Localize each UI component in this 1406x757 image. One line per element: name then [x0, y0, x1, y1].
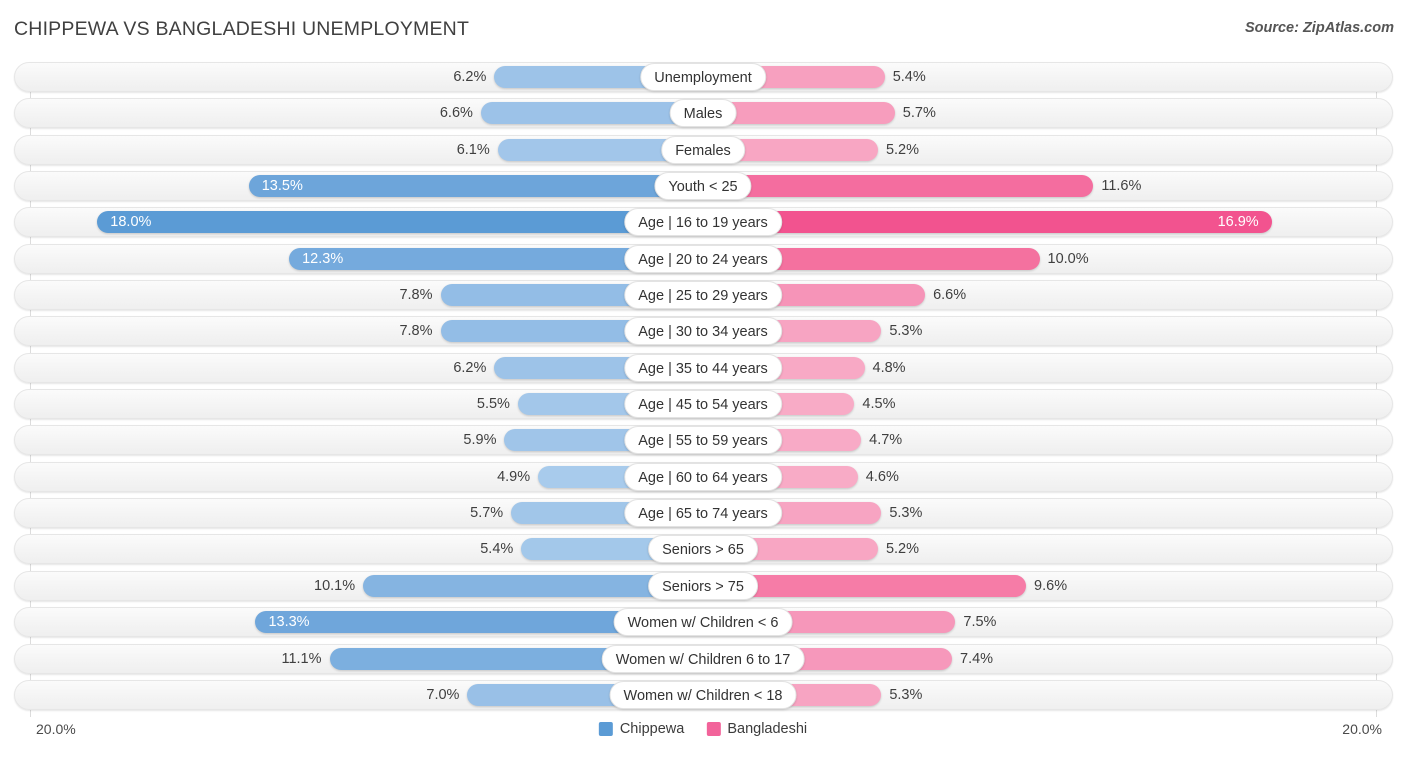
category-label: Age | 25 to 29 years — [624, 281, 782, 310]
value-label-chippewa: 11.1% — [281, 650, 322, 667]
table-row: 18.0% 16.9% Age | 16 to 19 years — [0, 207, 1406, 238]
table-row: 6.2% 5.4% Unemployment — [0, 62, 1406, 92]
value-label-chippewa: 6.2% — [453, 69, 487, 85]
value-label-bangladeshi: 5.2% — [885, 541, 920, 558]
value-label-bangladeshi: 10.0% — [1047, 250, 1089, 267]
value-label-chippewa: 13.3% — [268, 614, 310, 631]
value-label-bangladeshi: 5.3% — [889, 323, 923, 340]
table-row: 13.5% 11.6% Youth < 25 — [0, 171, 1406, 202]
category-label: Unemployment — [640, 63, 766, 91]
category-label: Age | 65 to 74 years — [624, 499, 782, 528]
value-label-chippewa: 6.1% — [456, 141, 490, 158]
table-row: 6.6% 5.7% Males — [0, 98, 1406, 129]
table-row: 12.3% 10.0% Age | 20 to 24 years — [0, 243, 1406, 274]
category-label: Females — [661, 135, 745, 164]
value-label-chippewa: 12.3% — [302, 250, 344, 267]
value-label-chippewa: 10.1% — [314, 577, 356, 594]
value-label-chippewa: 7.0% — [426, 686, 460, 703]
legend-item[interactable]: Chippewa — [598, 721, 685, 737]
category-label: Age | 60 to 64 years — [624, 462, 782, 491]
value-label-chippewa: 7.8% — [399, 287, 433, 304]
value-label-chippewa: 5.9% — [463, 432, 497, 449]
value-label-bangladeshi: 9.6% — [1034, 577, 1068, 594]
category-label: Age | 55 to 59 years — [624, 426, 782, 455]
value-label-bangladeshi: 5.3% — [889, 686, 923, 703]
category-label: Women w/ Children < 6 — [613, 608, 793, 637]
category-label: Age | 45 to 54 years — [624, 390, 782, 419]
category-label: Age | 16 to 19 years — [624, 208, 782, 237]
value-label-chippewa: 6.6% — [439, 105, 473, 122]
table-row: 5.9% 4.7% Age | 55 to 59 years — [0, 425, 1406, 456]
source-attribution: Source: ZipAtlas.com — [1244, 20, 1394, 36]
category-label: Age | 35 to 44 years — [624, 353, 782, 382]
value-label-chippewa: 18.0% — [110, 214, 152, 231]
value-label-bangladeshi: 5.3% — [889, 505, 923, 522]
axis-label-left: 20.0% — [36, 721, 76, 737]
legend-label: Bangladeshi — [727, 721, 808, 737]
value-label-chippewa: 5.4% — [480, 541, 514, 558]
value-label-bangladeshi: 7.5% — [963, 614, 997, 631]
value-label-chippewa: 7.8% — [399, 323, 433, 340]
table-row: 7.8% 5.3% Age | 30 to 34 years — [0, 316, 1406, 347]
value-label-bangladeshi: 4.5% — [862, 396, 896, 413]
value-label-chippewa: 4.9% — [497, 468, 531, 485]
legend-item[interactable]: Bangladeshi — [706, 721, 807, 737]
table-row: 10.1% 9.6% Seniors > 75 — [0, 570, 1406, 601]
value-label-bangladeshi: 4.7% — [869, 432, 903, 449]
category-label: Seniors > 75 — [648, 571, 758, 600]
value-label-bangladeshi: 5.2% — [885, 141, 920, 158]
table-row: 5.7% 5.3% Age | 65 to 74 years — [0, 498, 1406, 529]
value-label-bangladeshi: 16.9% — [1217, 214, 1259, 231]
value-label-chippewa: 6.2% — [453, 359, 487, 376]
value-label-bangladeshi: 5.4% — [892, 69, 926, 85]
table-row: 7.8% 6.6% Age | 25 to 29 years — [0, 280, 1406, 311]
category-label: Age | 20 to 24 years — [624, 244, 782, 273]
category-label: Seniors > 65 — [648, 535, 758, 564]
chart-footer: 20.0% Chippewa Bangladeshi 20.0% — [0, 717, 1406, 757]
table-row: 7.0% 5.3% Women w/ Children < 18 — [0, 679, 1406, 710]
value-label-bangladeshi: 4.8% — [872, 359, 906, 376]
value-label-bangladeshi: 6.6% — [933, 287, 967, 304]
chart-plot-area: 6.2% 5.4% Unemployment 6.6% 5.7% Males 6.1% 5.2… — [0, 62, 1406, 717]
table-row: 5.5% 4.5% Age | 45 to 54 years — [0, 389, 1406, 420]
category-label: Women w/ Children < 18 — [609, 680, 797, 709]
legend-label: Chippewa — [619, 721, 685, 737]
value-label-bangladeshi: 11.6% — [1101, 178, 1142, 195]
value-label-bangladeshi: 7.4% — [960, 650, 994, 667]
category-label: Males — [669, 99, 737, 128]
bar-rows-container: 6.2% 5.4% Unemployment 6.6% 5.7% Males 6.1% 5.2… — [0, 62, 1406, 716]
category-label: Youth < 25 — [654, 172, 752, 201]
table-row: 4.9% 4.6% Age | 60 to 64 years — [0, 461, 1406, 492]
value-label-chippewa: 5.7% — [470, 505, 504, 522]
legend-swatch-icon — [706, 722, 721, 736]
table-row: 13.3% 7.5% Women w/ Children < 6 — [0, 607, 1406, 638]
page-title: CHIPPEWA VS BANGLADESHI UNEMPLOYMENT — [14, 18, 470, 40]
value-label-chippewa: 13.5% — [261, 178, 303, 195]
value-label-chippewa: 5.5% — [476, 396, 510, 413]
legend-swatch-icon — [598, 722, 613, 736]
chart-header: CHIPPEWA VS BANGLADESHI UNEMPLOYMENT Sou… — [0, 0, 1406, 58]
table-row: 11.1% 7.4% Women w/ Children 6 to 17 — [0, 643, 1406, 674]
bar-bangladeshi[interactable] — [703, 175, 1094, 198]
table-row: 6.1% 5.2% Females — [0, 134, 1406, 165]
category-label: Age | 30 to 34 years — [624, 317, 782, 346]
value-label-bangladeshi: 5.7% — [902, 105, 936, 122]
value-label-bangladeshi: 4.6% — [865, 468, 899, 485]
axis-label-right: 20.0% — [1342, 721, 1382, 737]
table-row: 6.2% 4.8% Age | 35 to 44 years — [0, 352, 1406, 383]
table-row: 5.4% 5.2% Seniors > 65 — [0, 534, 1406, 565]
category-label: Women w/ Children 6 to 17 — [601, 644, 805, 673]
chart-legend: Chippewa Bangladeshi — [598, 721, 807, 737]
